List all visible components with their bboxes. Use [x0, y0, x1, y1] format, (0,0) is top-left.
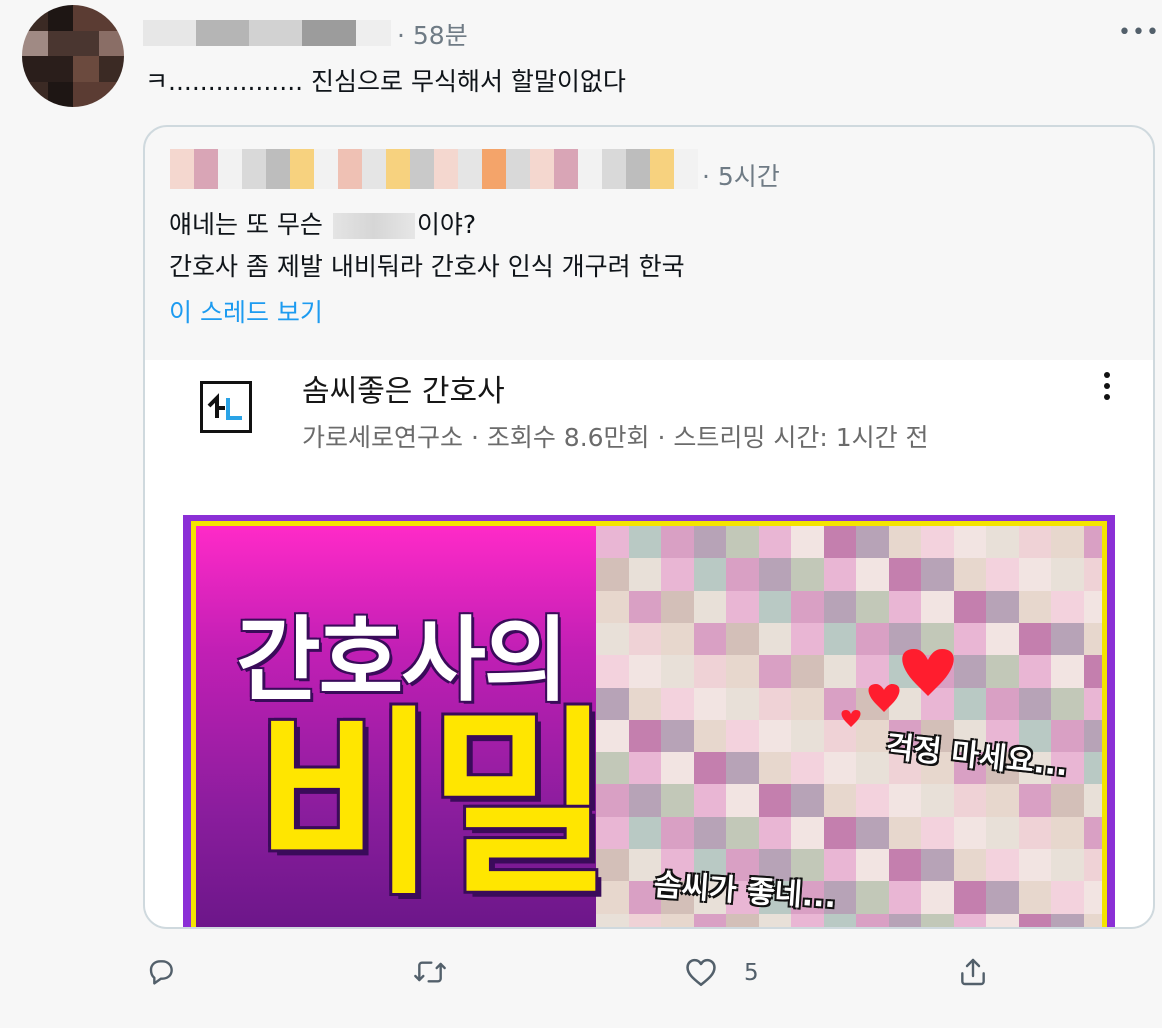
avatar[interactable] — [22, 5, 124, 107]
thumbnail-frame: 간호사의 비밀 걱정 마세요... 솜씨가 좋네... — [191, 521, 1107, 927]
quoted-tweet-text-line-2: 간호사 좀 제발 내비둬라 간호사 인식 개구려 한국 — [169, 252, 685, 281]
video-meta: 가로세로연구소 · 조회수 8.6만회 · 스트리밍 시간: 1시간 전 — [302, 423, 929, 452]
display-name-redacted[interactable] — [143, 20, 391, 46]
quoted-text-part: 얘네는 또 무슨 — [169, 210, 331, 239]
reply-icon[interactable] — [145, 956, 177, 988]
heart-stickers — [841, 649, 954, 727]
attached-image[interactable]: 솜씨좋은 간호사 가로세로연구소 · 조회수 8.6만회 · 스트리밍 시간: … — [145, 360, 1153, 927]
video-title: 솜씨좋은 간호사 — [302, 374, 505, 409]
quoted-display-name-redacted[interactable] — [170, 149, 698, 189]
redacted-word — [332, 213, 415, 239]
video-thumbnail: 간호사의 비밀 걱정 마세요... 솜씨가 좋네... — [183, 515, 1115, 927]
quoted-text-part: 이야? — [416, 210, 477, 239]
retweet-icon[interactable] — [412, 956, 448, 988]
share-icon[interactable] — [957, 955, 989, 989]
video-more-icon — [1095, 368, 1119, 414]
tweet-text: ㅋ................. 진심으로 무식해서 할말이없다 — [145, 67, 626, 96]
tweet-timestamp[interactable]: · 58분 — [397, 16, 468, 52]
quoted-tweet-card[interactable]: · 5시간 얘네는 또 무슨 이야? 간호사 좀 제발 내비둬라 간호사 인식 … — [143, 125, 1155, 929]
like-count: 5 — [744, 960, 759, 986]
thumbnail-title-big: 비밀 — [254, 689, 612, 922]
like-icon[interactable] — [684, 956, 718, 988]
quoted-tweet-text-line-1: 얘네는 또 무슨 이야? — [169, 205, 476, 241]
quoted-tweet-timestamp: · 5시간 — [702, 162, 780, 191]
channel-logo-icon — [200, 381, 252, 433]
show-thread-link[interactable]: 이 스레드 보기 — [169, 293, 323, 329]
more-options-icon[interactable]: ••• — [1118, 20, 1159, 46]
